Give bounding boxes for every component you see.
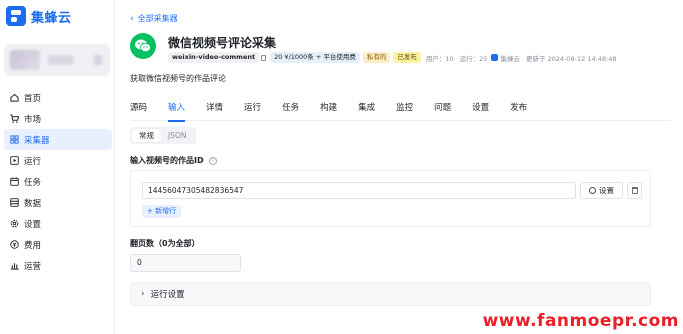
avatar (10, 50, 40, 70)
sidebar-nav: 首页 市场 采集器 运行 任务 数据 设置 费用 运营 (4, 87, 112, 276)
price-badge: 20 ¥/1000条 + 平台使用费 (270, 52, 360, 63)
video-id-label-text: 输入视频号的作品ID (130, 156, 204, 165)
sidebar-item-settings[interactable]: 设置 (4, 213, 112, 234)
gear-icon (10, 219, 19, 228)
private-badge: 私有的 (362, 52, 391, 63)
row-settings-button[interactable]: 设置 (580, 182, 623, 199)
sidebar-item-label: 运行 (24, 156, 42, 167)
main-content: ‹ 全部采集器 微信视频号评论采集 weixin-video-comment 2… (116, 0, 683, 334)
sidebar-item-runs[interactable]: 运行 (4, 150, 112, 171)
sidebar: 集蜂云 首页 市场 采集器 运行 任务 数据 设置 费用 运营 (0, 0, 115, 334)
run-settings-collapse[interactable]: › 运行设置 (130, 282, 651, 306)
brand-logo-icon (6, 6, 26, 26)
mode-json-option[interactable]: JSON (161, 129, 194, 142)
chevron-left-icon: ‹ (130, 13, 134, 24)
tab-bar: 源码 输入 详情 运行 任务 构建 集成 监控 问题 设置 发布 (130, 101, 670, 122)
chart-icon (10, 261, 19, 270)
sidebar-item-label: 费用 (24, 240, 42, 251)
sidebar-item-label: 设置 (24, 219, 42, 230)
back-link[interactable]: ‹ 全部采集器 (130, 13, 178, 24)
tab-issues[interactable]: 问题 (434, 101, 451, 121)
sidebar-item-label: 数据 (24, 198, 42, 209)
author-name: 集蜂云 (500, 54, 520, 63)
watermark: www.fanmoepr.com (482, 311, 679, 331)
grid-icon (10, 135, 19, 144)
chevron-right-icon: › (141, 289, 145, 299)
collector-description: 获取微信视频号的作品评论 (130, 74, 226, 83)
sidebar-item-label: 市场 (24, 114, 42, 125)
back-link-label: 全部采集器 (137, 14, 178, 23)
help-icon[interactable]: ? (208, 156, 217, 165)
tab-input[interactable]: 输入 (168, 101, 186, 122)
sidebar-item-label: 采集器 (24, 135, 50, 146)
calendar-icon (10, 177, 19, 186)
author-avatar-icon (491, 54, 499, 61)
slug-badge: weixin-video-comment (168, 52, 260, 63)
sidebar-item-data[interactable]: 数据 (4, 192, 112, 213)
tab-build[interactable]: 构建 (320, 101, 337, 121)
tab-publish[interactable]: 发布 (510, 101, 527, 121)
brand-logo[interactable]: 集蜂云 (6, 6, 72, 26)
published-badge: 已发布 (393, 52, 421, 63)
row-settings-label: 设置 (599, 186, 614, 195)
tab-details[interactable]: 详情 (206, 101, 223, 121)
video-id-label: 输入视频号的作品ID ? (130, 155, 217, 166)
input-mode-toggle: 常规 JSON (130, 127, 196, 144)
video-id-input[interactable]: 14456047305482836547 (142, 182, 576, 199)
runs-count: 运行：25 (459, 54, 488, 63)
add-row-button[interactable]: + 新增行 (142, 205, 182, 218)
tab-tasks[interactable]: 任务 (282, 101, 299, 121)
copy-icon[interactable] (261, 54, 267, 61)
updated-timestamp: 更新于 2024-08-12 14:48:48 (525, 54, 617, 63)
tab-settings[interactable]: 设置 (472, 101, 489, 121)
tab-runs[interactable]: 运行 (244, 101, 261, 121)
sidebar-item-label: 运营 (24, 261, 42, 272)
cart-icon (10, 114, 19, 123)
pages-input[interactable]: 0 (130, 254, 241, 272)
tab-monitoring[interactable]: 监控 (396, 101, 413, 121)
run-settings-label: 运行设置 (150, 290, 185, 300)
sidebar-item-billing[interactable]: 费用 (4, 234, 112, 255)
database-icon (10, 198, 19, 207)
sidebar-item-label: 首页 (24, 93, 42, 104)
trash-icon (631, 187, 638, 194)
coin-icon (10, 240, 19, 249)
play-icon (10, 156, 19, 165)
users-count: 用户：10 (425, 54, 454, 63)
collector-meta: weixin-video-comment 20 ¥/1000条 + 平台使用费 … (168, 52, 621, 63)
account-switcher[interactable] (4, 44, 110, 76)
author[interactable]: 集蜂云 (491, 53, 520, 63)
wechat-icon (130, 33, 156, 59)
sidebar-item-tasks[interactable]: 任务 (4, 171, 112, 192)
page-title: 微信视频号评论采集 (168, 36, 277, 50)
video-id-list: 14456047305482836547 设置 + 新增行 (130, 170, 651, 227)
tab-integrations[interactable]: 集成 (358, 101, 375, 121)
mode-form-option[interactable]: 常规 (132, 129, 161, 142)
sidebar-item-market[interactable]: 市场 (4, 108, 112, 129)
brand-name: 集蜂云 (31, 10, 72, 26)
gear-icon (589, 187, 596, 194)
pages-label: 翻页数（0为全部） (130, 238, 200, 249)
delete-row-button[interactable] (627, 182, 642, 199)
tab-source[interactable]: 源码 (130, 101, 147, 121)
account-name-redacted (48, 55, 74, 65)
account-chevron-redacted (94, 55, 102, 65)
sidebar-item-label: 任务 (24, 177, 42, 188)
pages-label-text: 翻页数（0为全部） (130, 239, 200, 248)
home-icon (10, 93, 19, 102)
sidebar-item-operations[interactable]: 运营 (4, 255, 112, 276)
sidebar-item-collectors[interactable]: 采集器 (4, 129, 112, 150)
sidebar-item-home[interactable]: 首页 (4, 87, 112, 108)
